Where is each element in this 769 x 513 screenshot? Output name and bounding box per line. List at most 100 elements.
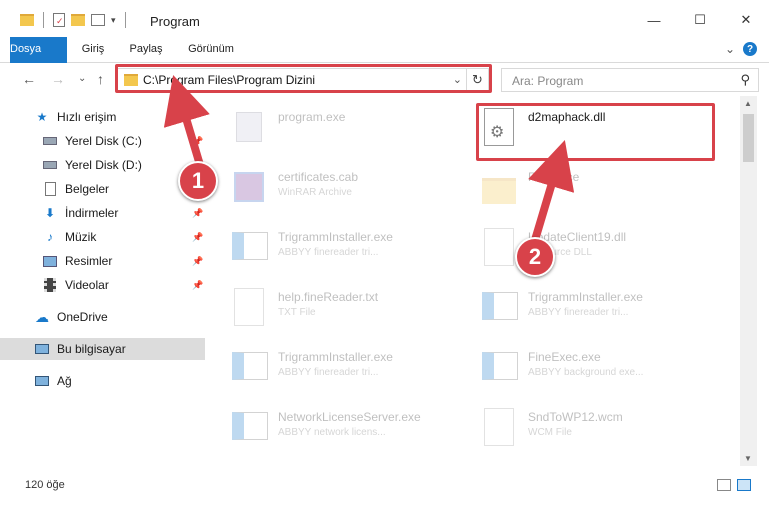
file-item[interactable]: TrigrammInstaller.exe ABBYY finereader tr… [480, 286, 643, 342]
large-icons-view-icon[interactable] [737, 479, 751, 491]
navigation-pane: ★ Hızlı erişim Yerel Disk (C:) 📌 Yerel D… [0, 96, 205, 466]
help-icon[interactable]: ? [743, 42, 757, 56]
file-item[interactable]: Resource [480, 166, 579, 222]
file-item[interactable]: FineExec.exe ABBYY background exe... [480, 346, 643, 402]
properties-icon[interactable]: ✓ [53, 13, 65, 27]
back-button[interactable]: ← [22, 71, 36, 87]
item-count: 120 öğe [25, 479, 65, 491]
sidebar-item-label: OneDrive [57, 310, 108, 324]
video-icon [42, 277, 58, 293]
file-item[interactable]: certificates.cab WinRAR Archive [230, 166, 358, 222]
window-title: Program [150, 14, 200, 29]
drive-icon [42, 133, 58, 149]
step-marker-1: 1 [178, 161, 218, 201]
exe-file-icon [480, 346, 520, 394]
text-file-icon [230, 286, 270, 334]
file-type: ABBYY finereader tri... [278, 247, 379, 258]
exe-file-icon [480, 286, 520, 334]
view-toggle [717, 479, 751, 491]
quick-access-toolbar: ✓ ▾ [20, 12, 129, 28]
search-input[interactable]: Ara: Program ⚲ [501, 68, 759, 92]
sidebar-item-documents[interactable]: Belgeler [0, 178, 205, 200]
sidebar-item-onedrive[interactable]: ☁ OneDrive [0, 306, 205, 328]
file-name: Resource [528, 170, 580, 184]
scroll-down-icon[interactable]: ▼ [744, 454, 752, 463]
file-type: WinRAR Archive [278, 187, 352, 198]
sidebar-item-quick-access[interactable]: ★ Hızlı erişim [0, 106, 205, 128]
new-folder-icon[interactable] [71, 14, 85, 26]
step-marker-2: 2 [515, 237, 555, 277]
cloud-icon: ☁ [35, 308, 49, 325]
recent-locations-button[interactable]: ⌄ [78, 73, 86, 84]
dll-gear-icon [480, 226, 520, 274]
drive-icon [42, 157, 58, 173]
sidebar-item-music[interactable]: ♪ Müzik 📌 [0, 226, 205, 248]
file-type: TXT File [278, 307, 316, 318]
exe-file-icon [230, 226, 270, 274]
sidebar-item-label: İndirmeler [65, 206, 119, 220]
file-item[interactable]: TrigrammInstaller.exe ABBYY finereader tr… [230, 346, 393, 402]
sidebar-item-local-disk-d[interactable]: Yerel Disk (D:) [0, 154, 205, 176]
documents-icon [42, 181, 58, 197]
sidebar-item-pictures[interactable]: Resimler 📌 [0, 250, 205, 272]
file-item[interactable]: SndToWP12.wcm WCM File [480, 406, 623, 462]
sidebar-item-label: Resimler [65, 254, 113, 268]
scroll-up-icon[interactable]: ▲ [744, 99, 752, 108]
folder-icon [480, 166, 520, 214]
scrollbar-thumb[interactable] [743, 114, 754, 162]
sidebar-item-downloads[interactable]: ⬇ İndirmeler 📌 [0, 202, 205, 224]
pin-icon[interactable]: 📌 [192, 280, 203, 291]
file-name: NetworkLicenseServer.exe [278, 410, 421, 424]
computer-icon [34, 341, 50, 357]
file-name: help.fineReader.txt [278, 290, 379, 304]
sidebar-item-network[interactable]: Ağ [0, 370, 205, 392]
wcm-file-icon [480, 406, 520, 454]
download-icon: ⬇ [44, 206, 56, 220]
file-item[interactable]: TrigrammInstaller.exe ABBYY finereader tr… [230, 226, 393, 282]
vertical-scrollbar[interactable]: ▲ ▼ [740, 96, 757, 466]
sidebar-item-label: Videolar [65, 278, 109, 292]
details-view-icon[interactable] [717, 479, 731, 491]
pin-icon[interactable]: 📌 [192, 256, 203, 267]
up-button[interactable]: ↑ [97, 71, 104, 87]
dll-file-highlight [476, 103, 715, 161]
sidebar-item-label: Bu bilgisayar [57, 342, 126, 356]
file-item[interactable]: program.exe [230, 106, 345, 162]
tab-view[interactable]: Görünüm [180, 37, 242, 62]
sidebar-item-local-disk-c[interactable]: Yerel Disk (C:) 📌 [0, 130, 205, 152]
file-item[interactable]: NetworkLicenseServer.exe ABBYY network li… [230, 406, 421, 462]
maximize-button[interactable]: ☐ [677, 0, 723, 40]
address-bar-highlight [115, 64, 492, 93]
star-icon: ★ [36, 110, 48, 124]
sidebar-item-this-pc[interactable]: Bu bilgisayar [0, 338, 205, 360]
pin-icon[interactable]: 📌 [192, 208, 203, 219]
pictures-icon [42, 253, 58, 269]
sidebar-item-videos[interactable]: Videolar 📌 [0, 274, 205, 296]
file-name: FineExec.exe [528, 350, 601, 364]
tab-home[interactable]: Giriş [73, 37, 113, 62]
file-name: TrigrammInstaller.exe [278, 230, 393, 244]
pin-icon[interactable]: 📌 [192, 136, 203, 147]
expand-ribbon-icon[interactable]: ⌄ [725, 42, 735, 56]
exe-file-icon [230, 406, 270, 454]
sidebar-item-label: Yerel Disk (C:) [65, 134, 142, 148]
file-name: certificates.cab [278, 170, 359, 184]
file-type: ABBYY network licens... [278, 427, 386, 438]
window-controls: — ☐ ✕ [631, 0, 769, 40]
close-button[interactable]: ✕ [723, 0, 769, 40]
minimize-button[interactable]: — [631, 0, 677, 40]
archive-icon [230, 166, 270, 214]
ribbon-tabs: Dosya Giriş Paylaş Görünüm ⌄ ? [0, 37, 769, 93]
exe-file-icon [230, 106, 270, 154]
sidebar-item-label: Hızlı erişim [57, 110, 117, 124]
pin-icon[interactable]: 📌 [192, 232, 203, 243]
file-item[interactable]: help.fineReader.txt TXT File [230, 286, 378, 342]
file-type: ABBYY finereader tri... [278, 367, 379, 378]
tab-share[interactable]: Paylaş [122, 37, 170, 62]
file-type: WCM File [528, 427, 572, 438]
forward-button[interactable]: → [51, 71, 65, 87]
toolbar-divider [43, 12, 44, 28]
file-name: TrigrammInstaller.exe [528, 290, 643, 304]
toolbar-dropdown-icon[interactable]: ▾ [111, 15, 116, 26]
view-options-icon[interactable] [91, 14, 105, 26]
